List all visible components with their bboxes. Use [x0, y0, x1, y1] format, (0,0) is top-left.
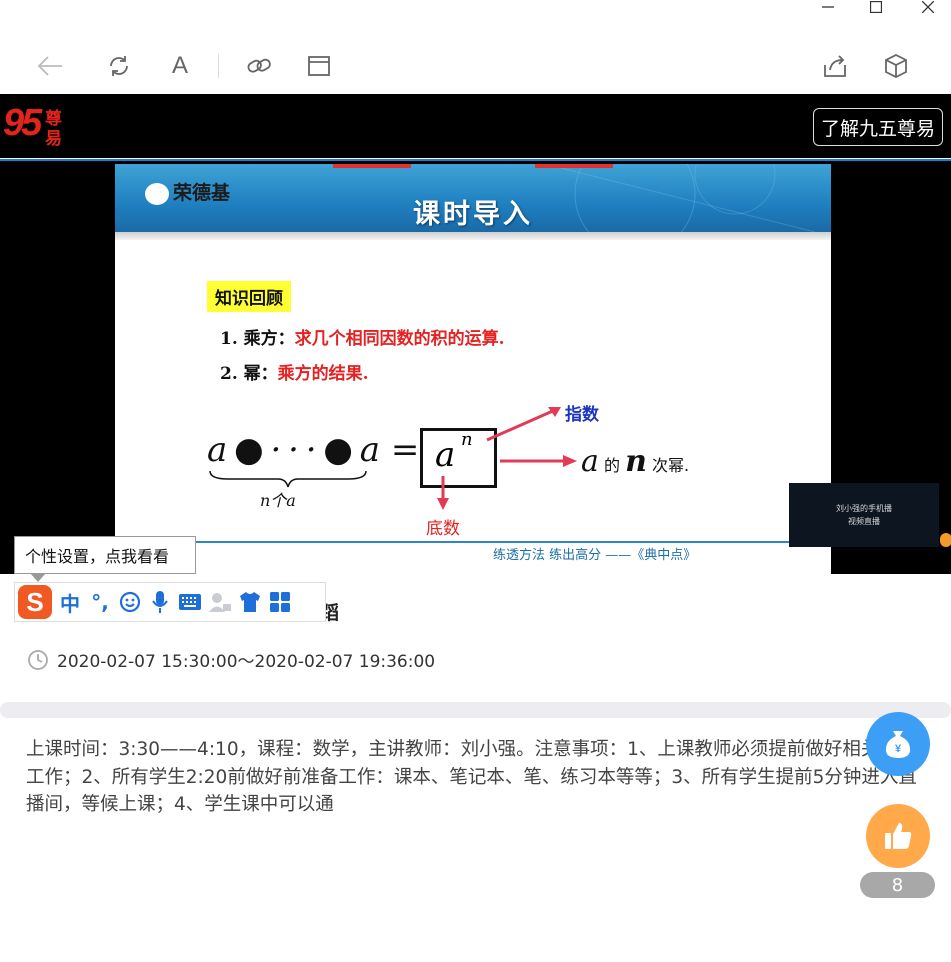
like-count-badge: 8	[860, 872, 935, 898]
tooltip-arrow	[30, 573, 46, 582]
ime-mode-toggle[interactable]: 中	[55, 587, 85, 617]
slide-footer: 练透方法 练出高分 ——《典中点》	[493, 548, 697, 563]
microphone-icon[interactable]	[145, 587, 175, 617]
ime-toolbar[interactable]: S 中 °,	[14, 582, 326, 622]
user-lock-icon[interactable]	[205, 587, 235, 617]
camera-title: 刘小强的手机播	[836, 504, 892, 513]
brand-logo[interactable]: 95 尊 易	[3, 102, 67, 150]
toolbox-grid-icon[interactable]	[265, 587, 295, 617]
back-button[interactable]	[32, 48, 68, 84]
svg-text:¥: ¥	[895, 743, 902, 755]
teacher-camera-overlay[interactable]: 刘小强的手机播 视频直播	[789, 483, 939, 547]
refresh-icon	[110, 56, 128, 76]
reward-button[interactable]: ¥	[866, 712, 930, 776]
share-icon	[824, 55, 846, 77]
app-box-button[interactable]	[878, 48, 914, 84]
base-label: 底数	[426, 519, 460, 539]
share-button[interactable]	[817, 48, 853, 84]
section-divider	[0, 702, 951, 718]
brand-bar: 95 尊 易 了解九五尊易	[0, 94, 951, 158]
video-player[interactable]: 荣德基 课时导入 知识回顾 1. 乘方：求几个相同因数的积的运算. 2. 幂：乘…	[0, 159, 951, 574]
sogou-logo-icon[interactable]: S	[15, 583, 55, 621]
exponent-label: 指数	[565, 405, 599, 425]
copy-link-button[interactable]	[241, 48, 277, 84]
refresh-button[interactable]	[101, 48, 137, 84]
money-bag-icon: ¥	[885, 731, 911, 758]
maximize-button[interactable]	[856, 0, 896, 14]
minimize-button[interactable]	[808, 0, 848, 14]
power-description: a 的 n 次幂.	[581, 444, 690, 479]
ime-settings-tooltip[interactable]: 个性设置，点我看看	[14, 536, 196, 574]
link-icon	[247, 58, 271, 73]
font-icon: A	[171, 52, 188, 79]
browser-window-icon	[308, 56, 330, 76]
window-mode-button[interactable]	[301, 48, 337, 84]
toolbar-divider	[218, 54, 219, 78]
thumbs-up-icon	[885, 823, 912, 849]
session-time-row: 2020-02-07 15:30:00～2020-02-07 19:36:00	[27, 647, 435, 672]
keyboard-icon[interactable]	[175, 587, 205, 617]
learn-more-button[interactable]: 了解九五尊易	[812, 108, 943, 146]
clock-icon	[28, 649, 48, 670]
lesson-slide: 荣德基 课时导入 知识回顾 1. 乘方：求几个相同因数的积的运算. 2. 幂：乘…	[115, 164, 831, 574]
cube-icon	[885, 53, 907, 79]
course-description: 上课时间：3:30——4:10，课程：数学，主讲教师：刘小强。注意事项：1、上课…	[26, 739, 917, 815]
font-size-button[interactable]: A	[162, 48, 198, 84]
session-time-range: 2020-02-07 15:30:00～2020-02-07 19:36:00	[57, 652, 436, 672]
close-button[interactable]	[908, 0, 948, 14]
ime-punctuation-toggle[interactable]: °,	[85, 587, 115, 617]
player-side-handle[interactable]	[940, 533, 951, 547]
emoji-icon[interactable]	[115, 587, 145, 617]
slide-footer-line	[115, 541, 831, 543]
arrow-left-icon	[37, 56, 62, 76]
camera-subtitle: 视频直播	[848, 517, 880, 526]
formula-arrows	[437, 407, 577, 510]
like-button[interactable]	[866, 804, 930, 868]
skin-shirt-icon[interactable]	[235, 587, 265, 617]
